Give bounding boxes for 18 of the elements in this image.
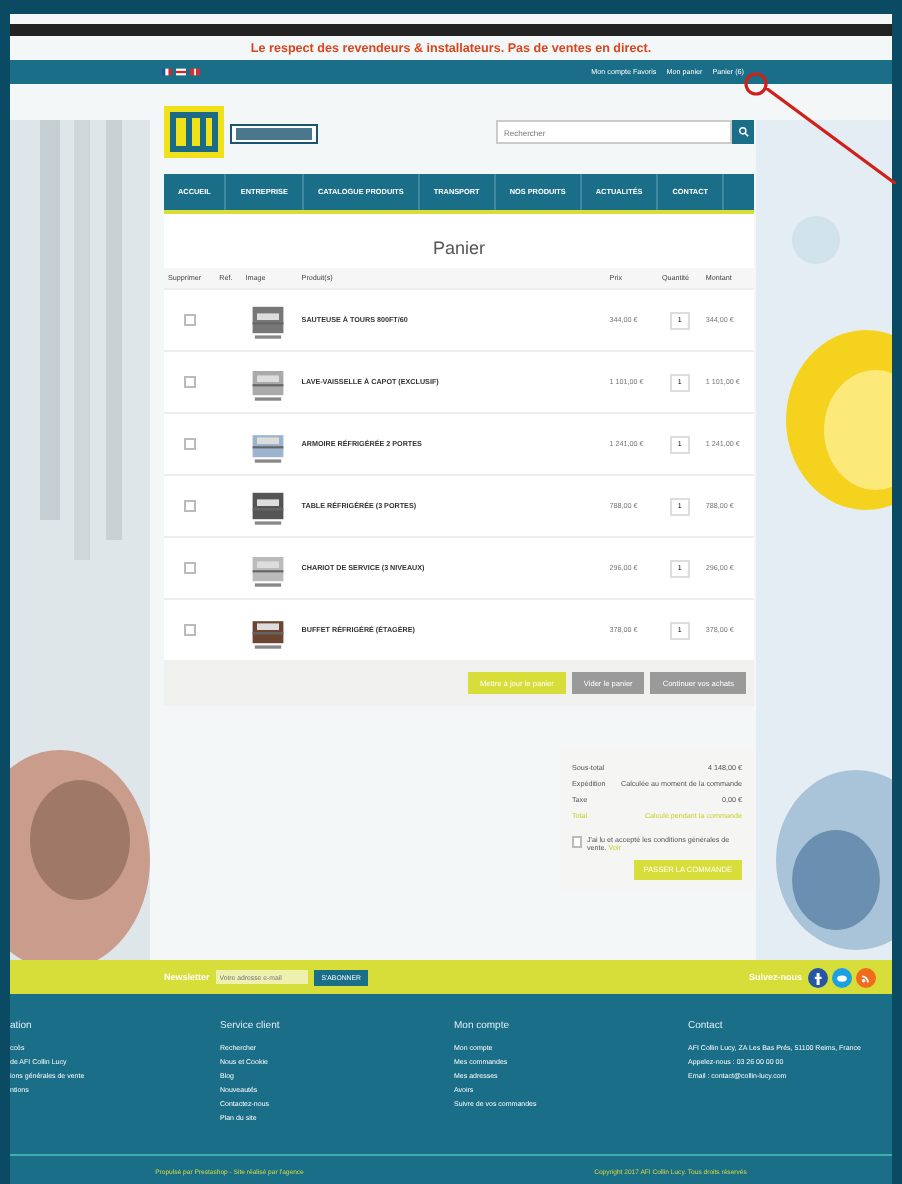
- flag-icon[interactable]: [176, 68, 186, 76]
- annotation-circle: [744, 72, 768, 96]
- annotation-line: [766, 88, 896, 184]
- remove-checkbox[interactable]: [183, 561, 196, 573]
- remove-checkbox[interactable]: [183, 623, 196, 635]
- search-icon: [737, 126, 749, 138]
- remove-checkbox[interactable]: [183, 375, 196, 387]
- remove-checkbox[interactable]: [183, 437, 196, 449]
- logo-drawing[interactable]: [164, 106, 324, 158]
- rss-icon[interactable]: [856, 967, 876, 987]
- remove-checkbox[interactable]: [183, 499, 196, 511]
- flag-icon[interactable]: [190, 68, 200, 76]
- remove-checkbox[interactable]: [183, 313, 196, 325]
- search-button[interactable]: [732, 120, 754, 144]
- facebook-icon[interactable]: [808, 967, 828, 987]
- flag-icon[interactable]: [162, 68, 172, 76]
- page-title: Panier: [164, 214, 754, 268]
- checkbox[interactable]: [572, 836, 583, 848]
